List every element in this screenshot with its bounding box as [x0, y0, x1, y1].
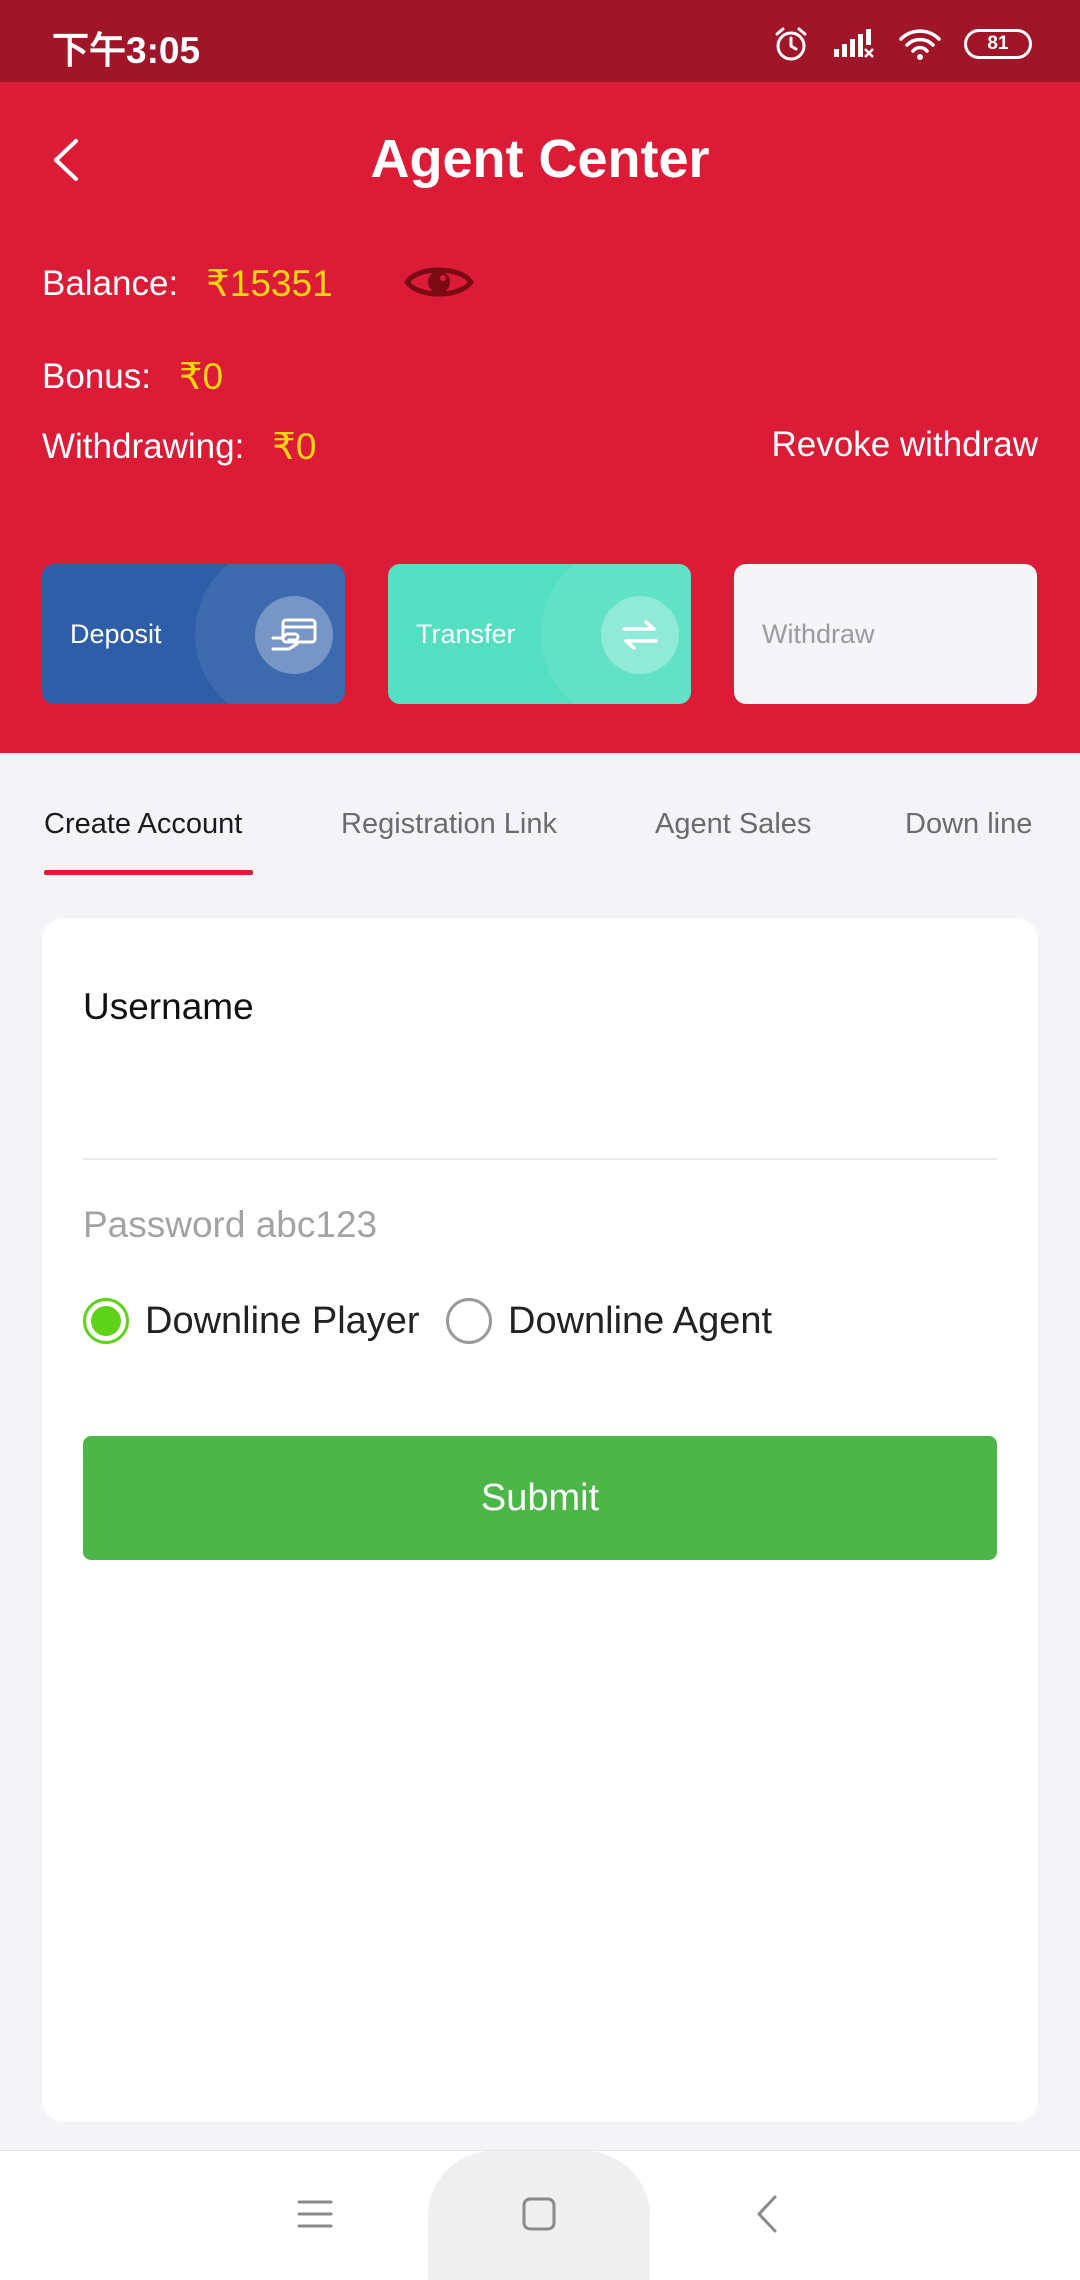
transfer-arrows-icon: [601, 596, 679, 674]
revoke-withdraw-link[interactable]: Revoke withdraw: [772, 425, 1039, 465]
balance-label: Balance:: [42, 263, 179, 303]
active-tab-indicator: [44, 870, 253, 875]
withdraw-label: Withdraw: [762, 618, 875, 649]
status-time: 下午3:05: [52, 30, 201, 71]
tab-create-account[interactable]: Create Account: [44, 808, 242, 841]
password-input[interactable]: [83, 1180, 997, 1270]
nav-back-icon: [755, 2194, 779, 2239]
battery-indicator: 81: [964, 29, 1032, 59]
username-input[interactable]: [83, 1028, 997, 1160]
agent-header: Agent Center Balance: ₹15351 Bonus: ₹0 W…: [0, 82, 1080, 753]
deposit-label: Deposit: [70, 618, 162, 649]
withdrawing-label: Withdrawing:: [42, 426, 245, 466]
create-account-form: Username Downline Player Downline Agent …: [42, 918, 1038, 2122]
nav-back-button[interactable]: [712, 2151, 822, 2280]
downline-agent-option[interactable]: Downline Agent: [446, 1286, 772, 1356]
status-bar: 下午3:05 81: [0, 0, 1080, 82]
menu-icon: [297, 2199, 333, 2234]
withdrawing-row: Withdrawing: ₹0: [42, 425, 316, 468]
downline-agent-label: Downline Agent: [508, 1299, 773, 1342]
transfer-button[interactable]: Transfer: [388, 564, 691, 704]
tab-registration-link[interactable]: Registration Link: [341, 808, 557, 841]
nav-menu-button[interactable]: [260, 2151, 370, 2280]
alarm-icon: [772, 25, 810, 63]
home-square-icon: [521, 2196, 557, 2237]
deposit-card-icon: [255, 596, 333, 674]
downline-player-label: Downline Player: [145, 1299, 420, 1342]
bonus-value: ₹0: [178, 356, 224, 397]
username-label: Username: [83, 986, 254, 1027]
downline-agent-radio[interactable]: [446, 1298, 492, 1344]
bonus-label: Bonus:: [42, 356, 151, 396]
signal-icon: [832, 27, 876, 61]
withdraw-button[interactable]: Withdraw: [734, 564, 1037, 704]
balance-row: Balance: ₹15351: [42, 262, 333, 305]
status-icons: 81: [772, 22, 1032, 66]
nav-home-button[interactable]: [428, 2151, 650, 2280]
bonus-row: Bonus: ₹0: [42, 355, 223, 398]
tab-agent-sales[interactable]: Agent Sales: [655, 808, 811, 841]
tab-down-line[interactable]: Down line: [905, 808, 1032, 841]
balance-value: ₹15351: [206, 263, 333, 304]
withdrawing-value: ₹0: [272, 426, 317, 467]
submit-button[interactable]: Submit: [83, 1436, 997, 1560]
system-nav-bar: [0, 2150, 1080, 2280]
tab-bar: Create Account Registration Link Agent S…: [0, 753, 1080, 883]
wifi-icon: [898, 27, 942, 61]
page-title: Agent Center: [370, 129, 710, 189]
downline-player-radio[interactable]: [83, 1298, 129, 1344]
eye-icon[interactable]: [403, 258, 475, 306]
downline-player-option[interactable]: Downline Player: [83, 1286, 420, 1356]
deposit-button[interactable]: Deposit: [42, 564, 345, 704]
transfer-label: Transfer: [416, 618, 516, 649]
